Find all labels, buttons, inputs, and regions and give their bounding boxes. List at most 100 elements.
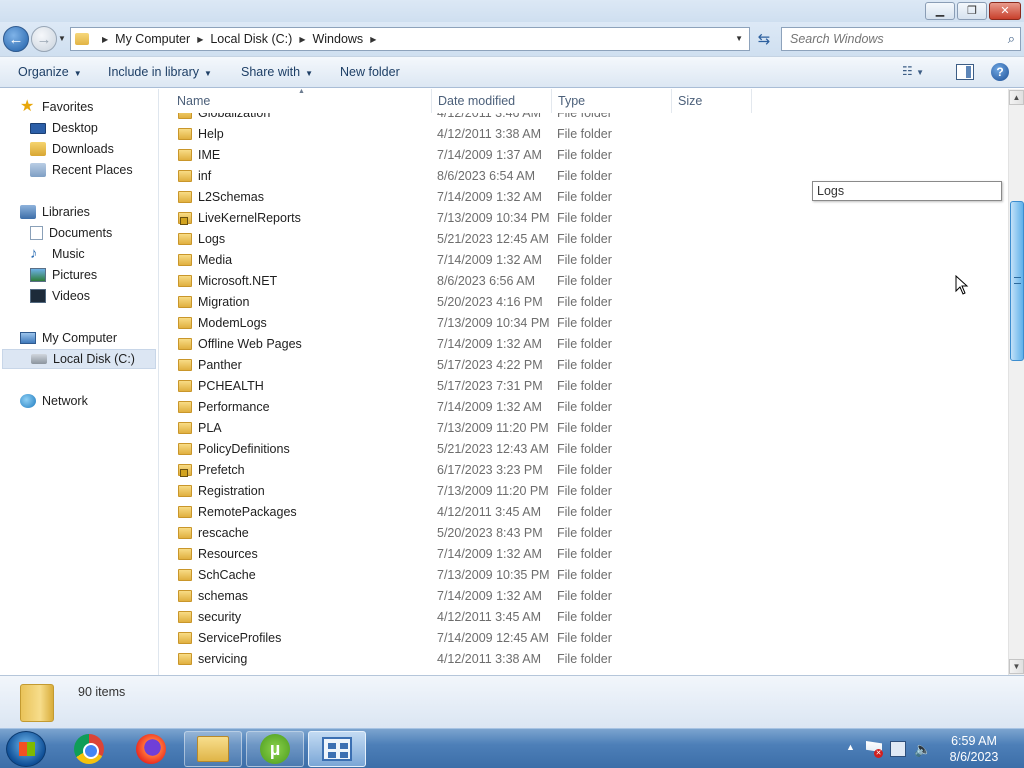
file-name[interactable]: schemas <box>198 589 248 603</box>
file-name[interactable]: Performance <box>198 400 270 414</box>
breadcrumb-separator-icon[interactable]: ▶ <box>299 35 305 44</box>
nav-libraries[interactable]: Libraries <box>20 202 90 222</box>
table-row[interactable]: Media 7/14/2009 1:32 AM File folder <box>160 250 1008 271</box>
column-date-modified[interactable]: Date modified <box>438 94 515 108</box>
taskbar-network-app[interactable] <box>308 731 366 767</box>
nav-favorites[interactable]: ★ Favorites <box>20 97 93 117</box>
file-name[interactable]: SchCache <box>198 568 256 582</box>
nav-videos[interactable]: Videos <box>30 286 90 306</box>
table-row[interactable]: LiveKernelReports 7/13/2009 10:34 PM File … <box>160 208 1008 229</box>
minimize-button[interactable]: ▁ <box>925 2 955 20</box>
nav-music[interactable]: ♪ Music <box>30 244 85 264</box>
nav-pictures[interactable]: Pictures <box>30 265 97 285</box>
refresh-button[interactable]: ⇆ <box>752 27 776 51</box>
file-name[interactable]: IME <box>198 148 220 162</box>
file-name[interactable]: security <box>198 610 241 624</box>
table-row[interactable]: ServiceProfiles 7/14/2009 12:45 AM File fo… <box>160 628 1008 649</box>
network-status-icon[interactable] <box>890 741 906 757</box>
table-row[interactable]: Microsoft.NET 8/6/2023 6:56 AM File folder <box>160 271 1008 292</box>
table-row[interactable]: Logs 5/21/2023 12:45 AM File folder <box>160 229 1008 250</box>
include-in-library-button[interactable]: Include in library ▼ <box>108 65 212 79</box>
file-name[interactable]: PolicyDefinitions <box>198 442 290 456</box>
table-row[interactable]: ModemLogs 7/13/2009 10:34 PM File folder <box>160 313 1008 334</box>
show-hidden-icons-button[interactable]: ▲ <box>846 742 855 752</box>
table-row[interactable]: PLA 7/13/2009 11:20 PM File folder <box>160 418 1008 439</box>
search-icon[interactable]: ⌕ <box>1008 31 1015 47</box>
back-button[interactable]: ← <box>3 26 29 52</box>
table-row[interactable]: Performance 7/14/2009 1:32 AM File folder <box>160 397 1008 418</box>
column-size[interactable]: Size <box>678 94 702 108</box>
column-divider[interactable] <box>431 89 432 113</box>
forward-button[interactable]: → <box>31 26 57 52</box>
nav-documents[interactable]: Documents <box>30 223 112 243</box>
column-type[interactable]: Type <box>558 94 585 108</box>
file-name[interactable]: Offline Web Pages <box>198 337 302 351</box>
table-row[interactable]: Registration 7/13/2009 11:20 PM File folde… <box>160 481 1008 502</box>
file-name[interactable]: Resources <box>198 547 258 561</box>
file-name[interactable]: PCHEALTH <box>198 379 264 393</box>
file-name[interactable]: Help <box>198 127 224 141</box>
start-button[interactable] <box>6 731 46 767</box>
search-box[interactable]: ⌕ <box>781 27 1021 51</box>
nav-network[interactable]: Network <box>20 391 88 411</box>
file-name[interactable]: L2Schemas <box>198 190 264 204</box>
file-name[interactable]: Logs <box>198 232 225 246</box>
taskbar-utorrent[interactable]: µ <box>246 731 304 767</box>
breadcrumb-windows[interactable]: Windows <box>312 32 363 46</box>
breadcrumb-local-disk[interactable]: Local Disk (C:) <box>210 32 292 46</box>
breadcrumb-separator-icon[interactable]: ▶ <box>197 35 203 44</box>
search-input[interactable] <box>790 32 990 46</box>
organize-button[interactable]: Organize ▼ <box>18 65 82 79</box>
clock[interactable]: 6:59 AM 8/6/2023 <box>930 733 1018 765</box>
file-name[interactable]: Registration <box>198 484 265 498</box>
table-row[interactable]: Migration 5/20/2023 4:16 PM File folder <box>160 292 1008 313</box>
nav-local-disk[interactable]: Local Disk (C:) <box>2 349 156 369</box>
table-row[interactable]: Panther 5/17/2023 4:22 PM File folder <box>160 355 1008 376</box>
column-divider[interactable] <box>671 89 672 113</box>
file-name[interactable]: Panther <box>198 358 242 372</box>
taskbar-firefox[interactable] <box>122 731 180 767</box>
file-name[interactable]: Media <box>198 253 232 267</box>
file-name[interactable]: PLA <box>198 421 222 435</box>
table-row[interactable]: Resources 7/14/2009 1:32 AM File folder <box>160 544 1008 565</box>
breadcrumb-my-computer[interactable]: My Computer <box>115 32 190 46</box>
nav-downloads[interactable]: Downloads <box>30 139 114 159</box>
nav-my-computer[interactable]: My Computer <box>20 328 117 348</box>
table-row[interactable]: PCHEALTH 5/17/2023 7:31 PM File folder <box>160 376 1008 397</box>
table-row[interactable]: Prefetch 6/17/2023 3:23 PM File folder <box>160 460 1008 481</box>
file-name[interactable]: Prefetch <box>198 463 245 477</box>
table-row[interactable]: rescache 5/20/2023 8:43 PM File folder <box>160 523 1008 544</box>
address-bar[interactable]: ▶ My Computer ▶ Local Disk (C:) ▶ Window… <box>70 27 750 51</box>
column-divider[interactable] <box>551 89 552 113</box>
table-row[interactable]: Offline Web Pages 7/14/2009 1:32 AM File f… <box>160 334 1008 355</box>
nav-recent-places[interactable]: Recent Places <box>30 160 133 180</box>
file-name[interactable]: rescache <box>198 526 249 540</box>
maximize-button[interactable]: ❐ <box>957 2 987 20</box>
file-name[interactable]: Microsoft.NET <box>198 274 277 288</box>
file-name[interactable]: ServiceProfiles <box>198 631 281 645</box>
help-button[interactable]: ? <box>991 63 1009 81</box>
table-row[interactable]: Help 4/12/2011 3:38 AM File folder <box>160 124 1008 145</box>
column-divider[interactable] <box>751 89 752 113</box>
table-row[interactable]: PolicyDefinitions 5/21/2023 12:43 AM File … <box>160 439 1008 460</box>
table-row[interactable]: schemas 7/14/2009 1:32 AM File folder <box>160 586 1008 607</box>
column-name[interactable]: Name <box>177 94 210 108</box>
breadcrumb-separator-icon[interactable]: ▶ <box>370 35 376 44</box>
file-name[interactable]: ModemLogs <box>198 316 267 330</box>
file-name[interactable]: RemotePackages <box>198 505 297 519</box>
scroll-up-button[interactable]: ▲ <box>1009 90 1024 105</box>
table-row[interactable]: servicing 4/12/2011 3:38 AM File folder <box>160 649 1008 670</box>
file-name[interactable]: LiveKernelReports <box>198 211 301 225</box>
nav-desktop[interactable]: Desktop <box>30 118 98 138</box>
file-name[interactable]: Migration <box>198 295 249 309</box>
preview-pane-button[interactable] <box>956 64 974 80</box>
vertical-scrollbar[interactable]: ▲ ▼ <box>1008 89 1024 675</box>
taskbar-explorer[interactable] <box>184 731 242 767</box>
scroll-down-button[interactable]: ▼ <box>1009 659 1024 674</box>
table-row[interactable]: security 4/12/2011 3:45 AM File folder <box>160 607 1008 628</box>
scroll-thumb[interactable] <box>1010 201 1024 361</box>
close-button[interactable]: ✕ <box>989 2 1021 20</box>
table-row[interactable]: RemotePackages 4/12/2011 3:45 AM File fold… <box>160 502 1008 523</box>
recent-pages-dropdown[interactable]: ▼ <box>58 34 66 43</box>
address-history-dropdown[interactable]: ▼ <box>735 34 743 43</box>
